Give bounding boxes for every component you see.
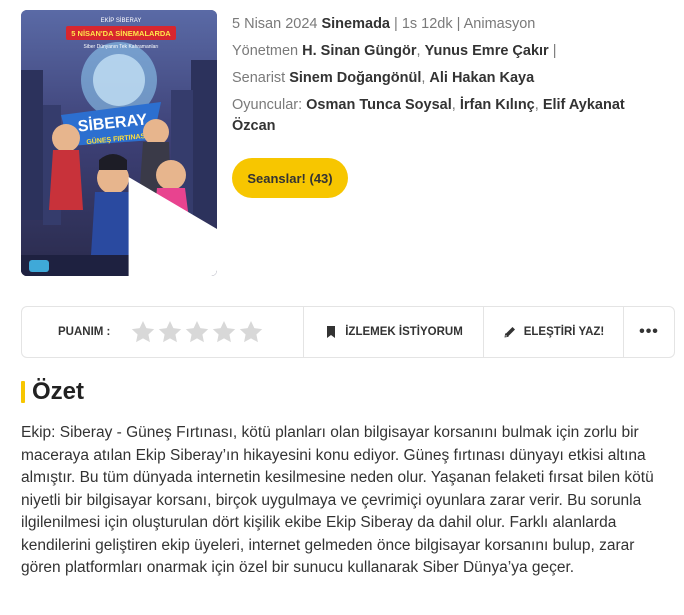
review-label: ELEŞTİRİ YAZ! — [523, 326, 605, 338]
cast-label: Oyuncular: — [232, 97, 303, 113]
director-link[interactable]: H. Sinan Güngör — [302, 43, 416, 59]
summary-text: Ekip: Siberay - Güneş Fırtınası, kötü pl… — [21, 424, 654, 576]
cast-link[interactable]: Osman Tunca Soysal — [306, 97, 452, 113]
summary-title: Özet — [32, 378, 85, 405]
poster-top-text: EKİP SİBERAY — [101, 17, 142, 24]
writer-link[interactable]: Ali Hakan Kaya — [429, 70, 534, 86]
rating-label: PUANIM : — [58, 326, 111, 338]
star-icon[interactable] — [211, 319, 237, 345]
movie-info: 5 Nisan 2024 Sinemada | 1s 12dk | Animas… — [232, 14, 662, 143]
cast-link[interactable]: İrfan Kılınç — [460, 97, 535, 113]
star-icon[interactable] — [130, 319, 156, 345]
showtimes-button[interactable]: Seanslar! (43) — [232, 158, 348, 198]
genre: Animasyon — [463, 16, 536, 32]
rating-section: PUANIM : — [22, 307, 304, 357]
rating-stars — [130, 319, 265, 345]
cast-row: Oyuncular: Osman Tunca Soysal, İrfan Kıl… — [232, 97, 625, 134]
more-options-button[interactable]: ••• — [624, 307, 674, 357]
star-icon[interactable] — [157, 319, 183, 345]
director-link[interactable]: Yunus Emre Çakır — [425, 43, 549, 59]
writer-link[interactable]: Sinem Doğangönül — [289, 70, 421, 86]
director-row: Yönetmen H. Sinan Güngör, Yunus Emre Çak… — [232, 43, 557, 59]
release-status: Sinemada — [321, 16, 390, 32]
watchlist-button[interactable]: İZLEMEK İSTİYORUM — [304, 307, 484, 357]
writer-label: Senarist — [232, 70, 286, 86]
writer-row: Senarist Sinem Doğangönül, Ali Hakan Kay… — [232, 70, 535, 86]
more-icon: ••• — [639, 323, 659, 340]
star-icon[interactable] — [184, 319, 210, 345]
bookmark-icon — [327, 326, 336, 338]
director-label: Yönetmen — [232, 43, 299, 59]
release-row: 5 Nisan 2024 Sinemada | 1s 12dk | Animas… — [232, 16, 536, 32]
pencil-icon — [504, 327, 515, 338]
heading-accent-bar — [21, 381, 25, 403]
watchlist-label: İZLEMEK İSTİYORUM — [345, 326, 463, 338]
poster-tagline: Siber Dünyanın Tek Kahramanları — [84, 44, 159, 50]
movie-poster[interactable]: SİBERAY GÜNEŞ FIRTINASI 5 NİSAN'DA SİNEM… — [21, 10, 217, 276]
star-icon[interactable] — [238, 319, 264, 345]
play-icon[interactable] — [109, 142, 217, 276]
duration: 1s 12dk — [401, 16, 453, 32]
poster-banner: 5 NİSAN'DA SİNEMALARDA — [71, 29, 171, 38]
write-review-button[interactable]: ELEŞTİRİ YAZ! — [484, 307, 624, 357]
release-date: 5 Nisan 2024 — [232, 16, 318, 32]
action-bar: PUANIM : İZLEMEK İSTİYORUM ELEŞTİRİ YAZ!… — [21, 306, 675, 358]
summary-heading: Özet — [21, 378, 84, 406]
